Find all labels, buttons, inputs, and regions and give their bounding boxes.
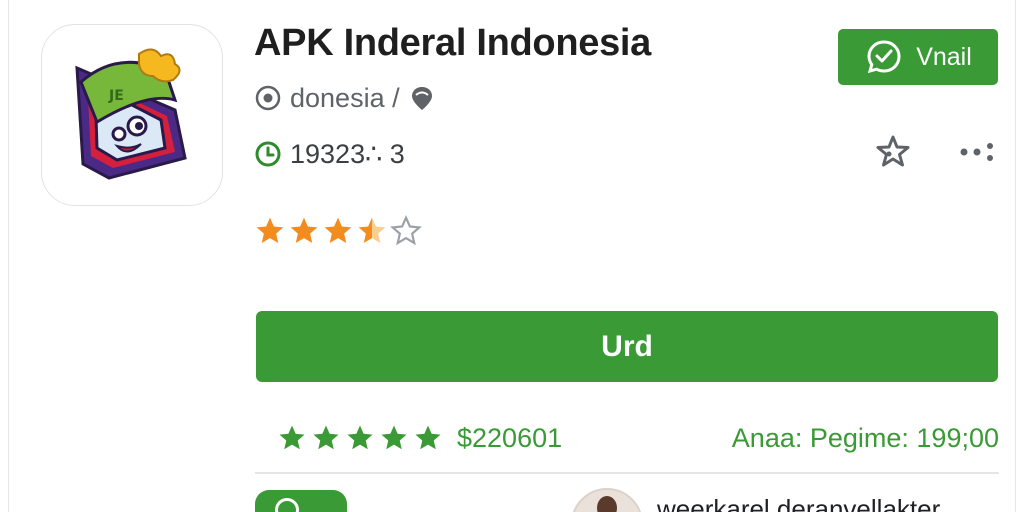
whatsapp-icon — [867, 40, 901, 74]
svg-text:JE: JE — [108, 88, 124, 104]
star-full-icon — [290, 217, 318, 243]
star-empty-icon — [390, 215, 422, 246]
map-pin-icon — [411, 87, 432, 110]
rating-stars — [254, 215, 422, 249]
wishlist-star-icon[interactable] — [875, 134, 911, 168]
star-full-icon — [256, 217, 284, 243]
clock-icon — [255, 141, 281, 167]
install-button-label: Urd — [601, 329, 653, 363]
app-logo-icon: JE — [75, 48, 187, 180]
top-action-button[interactable]: Vnail — [838, 29, 998, 85]
star-green-icon — [415, 425, 441, 450]
divider — [255, 472, 999, 474]
bottom-caption: weerkarel deranvellakter — [657, 494, 941, 512]
star-green-icon — [381, 425, 407, 450]
stats-info: Anaa: Pegime: 199;00 — [731, 422, 999, 453]
stats-rating: $220601 — [277, 423, 562, 454]
app-title: APK Inderal Indonesia — [254, 22, 652, 64]
stats-row: $220601 Anaa: Pegime: 199;00 — [277, 418, 999, 458]
star-full-icon — [324, 217, 352, 243]
star-green-icon — [279, 425, 305, 450]
location-pin-icon — [255, 85, 281, 111]
star-green-icon — [347, 425, 373, 450]
avatar[interactable] — [571, 488, 643, 512]
top-action-label: Vnail — [916, 42, 972, 71]
bottom-app-badge[interactable] — [255, 490, 347, 512]
downloads-count: 19323∴ 3 — [290, 138, 405, 169]
star-green-icon — [313, 425, 339, 450]
review-count: $220601 — [457, 422, 563, 453]
app-detail-card: JE APK Inderal Indonesia donesia / 19323… — [8, 0, 1016, 512]
publisher-row[interactable]: donesia / — [254, 82, 436, 114]
green-stars — [277, 423, 443, 453]
star-half-icon — [358, 217, 386, 243]
more-dots-icon[interactable] — [957, 140, 997, 164]
publisher-name: donesia / — [290, 82, 400, 113]
downloads-row: 19323∴ 3 — [254, 138, 405, 170]
app-icon[interactable]: JE — [41, 24, 223, 206]
install-button[interactable]: Urd — [256, 311, 998, 382]
